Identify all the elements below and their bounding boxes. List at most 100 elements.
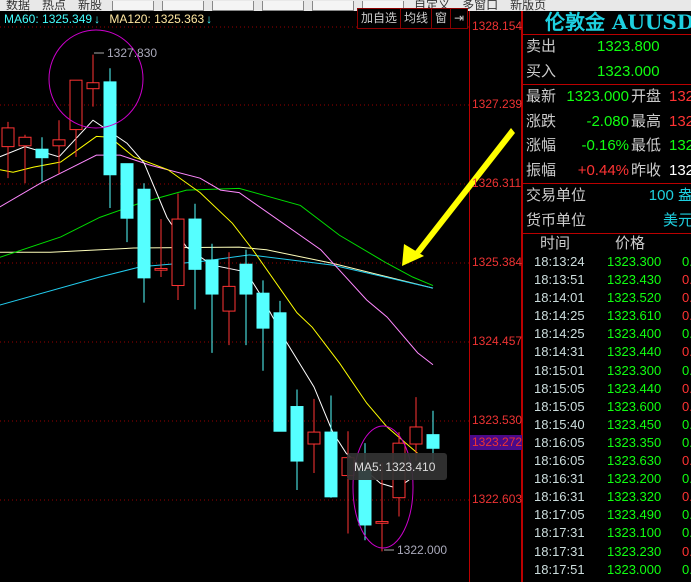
menu-data[interactable]: 数据 bbox=[0, 0, 36, 11]
candle-down bbox=[120, 163, 134, 219]
tick-volume: 0. bbox=[682, 362, 691, 378]
tick-row: 18:14:25 1323.400 0. bbox=[523, 325, 691, 343]
tick-price: 1323.400 bbox=[607, 326, 662, 342]
value: 132 bbox=[669, 161, 691, 179]
chart-buttons: 加自选 均线 窗 ⇥ bbox=[357, 8, 469, 29]
tick-volume: 0. bbox=[682, 344, 691, 360]
tick-row: 18:16:31 1323.200 0. bbox=[523, 470, 691, 488]
tick-time: 18:14:31 bbox=[534, 344, 585, 360]
value: 1323.000 bbox=[597, 62, 660, 80]
tick-row: 18:15:05 1323.440 0. bbox=[523, 380, 691, 398]
tick-time: 18:13:51 bbox=[534, 272, 585, 288]
tick-row: 18:15:40 1323.450 0. bbox=[523, 416, 691, 434]
tick-price: 1323.630 bbox=[607, 453, 662, 469]
axis-tick-label: 1328.154 bbox=[472, 19, 523, 33]
label: 交易单位 bbox=[526, 187, 587, 204]
candle-down bbox=[324, 431, 338, 498]
tick-row: 18:14:31 1323.440 0. bbox=[523, 343, 691, 361]
menu-hot[interactable]: 热点 bbox=[36, 0, 72, 11]
highlight-ellipse bbox=[48, 29, 144, 129]
tick-volume: 0. bbox=[682, 543, 691, 559]
tick-row: 18:15:05 1323.600 0. bbox=[523, 398, 691, 416]
tick-row: 18:14:25 1323.610 0. bbox=[523, 307, 691, 325]
value: 132 bbox=[669, 88, 691, 105]
candle-up bbox=[86, 82, 100, 90]
pointer-arrow-icon bbox=[405, 128, 515, 262]
low-price-label: 1322.000 bbox=[397, 543, 447, 557]
tick-time: 18:17:05 bbox=[534, 507, 585, 523]
tick-volume: 0. bbox=[682, 561, 691, 577]
add-watchlist-button[interactable]: 加自选 bbox=[357, 8, 402, 29]
tick-time: 18:17:51 bbox=[534, 561, 585, 577]
tick-volume: 0. bbox=[682, 453, 691, 469]
value: 132 bbox=[669, 137, 691, 154]
tick-row: 18:13:51 1323.430 0. bbox=[523, 271, 691, 289]
tick-list[interactable]: 18:13:241323.3000.18:13:511323.4300.18:1… bbox=[523, 253, 691, 579]
axis-tick-label: 1322.603 bbox=[472, 492, 523, 506]
tick-row: 18:16:05 1323.630 0. bbox=[523, 452, 691, 470]
value: 132 bbox=[669, 112, 691, 130]
tick-time: 18:17:31 bbox=[534, 543, 585, 559]
tick-price: 1323.430 bbox=[607, 272, 662, 288]
ma-legend: MA60: 1325.349 ↓ MA120: 1325.363 ↓ bbox=[4, 11, 212, 27]
tick-volume: 0. bbox=[682, 254, 691, 269]
candle-down bbox=[290, 406, 304, 462]
stat-row: 最新 1323.000 开盘 132 bbox=[523, 85, 691, 110]
toolbar-button[interactable] bbox=[162, 1, 205, 11]
ma120-value: MA120: 1325.363 bbox=[109, 12, 205, 26]
label: 开盘 bbox=[631, 88, 662, 105]
tick-price: 1323.000 bbox=[607, 561, 662, 577]
candle-down bbox=[205, 259, 219, 295]
toolbar-button[interactable] bbox=[262, 1, 305, 11]
tick-volume: 0. bbox=[682, 416, 691, 432]
moving-average-button[interactable]: 均线 bbox=[400, 8, 433, 29]
unit-row: 货币单位 美元 bbox=[523, 209, 691, 234]
tick-price: 1323.230 bbox=[607, 543, 662, 559]
stats-section: 最新 1323.000 开盘 132 涨跌 -2.080 最高 132 涨幅 -0.16% 最低 13… bbox=[523, 84, 691, 183]
tick-header: 时间 价格 bbox=[523, 233, 691, 253]
value: -2.080 bbox=[586, 112, 629, 130]
toolbar-button[interactable] bbox=[112, 1, 155, 11]
unit-row: 交易单位 100 盎 bbox=[523, 184, 691, 209]
tick-price: 1323.350 bbox=[607, 434, 662, 450]
stat-row: 振幅 +0.44% 昨收 132 bbox=[523, 159, 691, 184]
tick-time: 18:16:31 bbox=[534, 489, 585, 505]
tick-time: 18:16:31 bbox=[534, 471, 585, 487]
tick-volume: 0. bbox=[682, 507, 691, 523]
tick-time: 18:15:05 bbox=[534, 380, 585, 396]
price-header: 价格 bbox=[615, 235, 646, 252]
menu-ipo[interactable]: 新股 bbox=[72, 0, 108, 11]
tick-time: 18:15:05 bbox=[534, 398, 585, 414]
bid-ask-section: 卖出 1323.800 买入 1323.000 bbox=[523, 34, 691, 84]
bidask-row: 买入 1323.000 bbox=[523, 60, 691, 85]
tick-row: 18:17:05 1323.490 0. bbox=[523, 506, 691, 524]
tick-time: 18:16:05 bbox=[534, 453, 585, 469]
label: 昨收 bbox=[631, 161, 662, 179]
units-section: 交易单位 100 盎货币单位 美元 bbox=[523, 183, 691, 233]
candle-down bbox=[137, 188, 151, 279]
tick-volume: 0. bbox=[682, 489, 691, 505]
candle-down bbox=[273, 312, 287, 432]
tick-volume: 0. bbox=[682, 434, 691, 450]
tick-price: 1323.520 bbox=[607, 290, 662, 306]
label: 最低 bbox=[631, 137, 662, 154]
current-price-label: 1323.272 bbox=[470, 435, 523, 450]
toolbar-button[interactable] bbox=[312, 1, 355, 11]
toolbar-button[interactable] bbox=[212, 1, 255, 11]
candle-up bbox=[154, 267, 168, 271]
tick-time: 18:15:40 bbox=[534, 416, 585, 432]
tick-row: 18:17:31 1323.230 0. bbox=[523, 543, 691, 561]
tick-price: 1323.300 bbox=[607, 254, 662, 269]
candle-up bbox=[409, 426, 423, 445]
stat-row: 涨跌 -2.080 最高 132 bbox=[523, 110, 691, 135]
candle-up bbox=[1, 127, 15, 148]
window-button[interactable]: 窗 bbox=[431, 8, 452, 29]
ma60-value: MA60: 1325.349 bbox=[4, 12, 93, 26]
tick-volume: 0. bbox=[682, 272, 691, 288]
candlestick-chart[interactable]: 1327.830 1322.000 MA5: 1323.410 bbox=[0, 0, 522, 582]
collapse-panel-icon[interactable]: ⇥ bbox=[450, 8, 469, 29]
tick-row: 18:16:31 1323.320 0. bbox=[523, 488, 691, 506]
stat-row: 涨幅 -0.16% 最低 132 bbox=[523, 134, 691, 159]
value: 1323.800 bbox=[597, 38, 660, 55]
tick-volume: 0. bbox=[682, 471, 691, 487]
